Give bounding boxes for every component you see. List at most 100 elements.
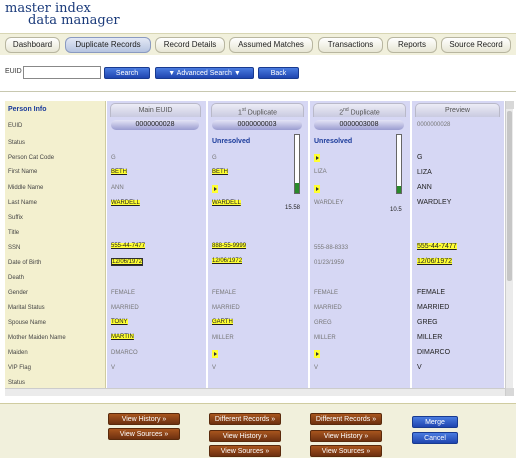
tab-transactions[interactable]: Transactions	[318, 37, 383, 53]
main-person-cat-code: G	[111, 155, 116, 161]
row-label-maiden: Maiden	[8, 350, 28, 356]
scroll-down-arrow[interactable]	[506, 388, 514, 396]
advanced-search-button[interactable]: ▼ Advanced Search ▼	[155, 67, 254, 79]
preview-spouse-name: GREG	[417, 319, 438, 326]
first-duplicate-gender: FEMALE	[212, 290, 237, 296]
second-duplicate-view-history-button[interactable]: View History »	[310, 430, 382, 442]
second-duplicate-header: 2nd Duplicate	[313, 103, 406, 117]
first-duplicate-date-of-birth[interactable]: 12/06/1972	[212, 258, 243, 264]
main-last-name[interactable]: WARDELL	[111, 200, 140, 206]
tab-dashboard[interactable]: Dashboard	[5, 37, 60, 53]
first-duplicate-score-gauge	[294, 134, 300, 194]
second-duplicate-score: 10.5	[390, 207, 402, 213]
preview-vip-flag: V	[417, 364, 422, 371]
second-duplicate-score-fill	[397, 186, 401, 193]
main-gender: FEMALE	[111, 290, 136, 296]
first-duplicate-marital-status: MARRIED	[212, 305, 240, 311]
back-button[interactable]: Back	[258, 67, 299, 79]
first-duplicate-column: 1st Duplicate 0000000003 Unresolved 15.5…	[208, 101, 308, 388]
row-label-status-2: Status	[8, 380, 26, 386]
euid-label: EUID	[5, 68, 22, 75]
row-label-status: Status	[8, 140, 26, 146]
main-marital-status: MARRIED	[111, 305, 139, 311]
second-duplicate-euid[interactable]: 0000003008	[314, 120, 404, 130]
main-tab-bar: Dashboard Duplicate Records Record Detai…	[0, 33, 516, 55]
second-duplicate-date-of-birth: 01/23/1959	[314, 260, 345, 266]
main-view-history-button[interactable]: View History »	[108, 413, 180, 425]
row-label-death: Death	[8, 275, 25, 281]
person-info-title: Person Info	[8, 106, 47, 113]
first-duplicate-last-name[interactable]: WARDELL	[212, 200, 241, 206]
second-duplicate-different-records-button[interactable]: Different Records »	[310, 413, 382, 425]
preview-person-cat-code: G	[417, 154, 423, 161]
row-label-marital-status: Marital Status	[8, 305, 45, 311]
second-duplicate-person-cat-code-marker[interactable]	[314, 154, 320, 162]
row-label-mother-maiden-name: Mother Maiden Name	[8, 335, 66, 341]
first-duplicate-first-name[interactable]: BETH	[212, 169, 229, 175]
first-duplicate-view-sources-button[interactable]: View Sources »	[209, 445, 281, 457]
cancel-button[interactable]: Cancel	[412, 432, 458, 444]
preview-marital-status: MARRIED	[417, 304, 450, 311]
second-duplicate-middle-name-marker[interactable]	[314, 185, 320, 193]
euid-search-input[interactable]	[23, 66, 101, 79]
second-duplicate-last-name: WARDLEY	[314, 200, 344, 206]
preview-date-of-birth: 12/06/1972	[417, 258, 453, 265]
row-label-person-cat-code: Person Cat Code	[8, 155, 55, 161]
row-label-date-of-birth: Date of Birth	[8, 260, 42, 266]
second-duplicate-maiden-marker[interactable]	[314, 350, 320, 358]
merge-button[interactable]: Merge	[412, 416, 458, 428]
first-duplicate-ssn[interactable]: 888-55-9999	[212, 243, 247, 249]
first-duplicate-status: Unresolved	[212, 138, 251, 145]
second-duplicate-spouse-name: GREG	[314, 320, 332, 326]
first-duplicate-header-text: Duplicate	[245, 109, 277, 117]
action-bar: View History » View Sources » Different …	[0, 403, 516, 458]
main-date-of-birth[interactable]: 12/06/1972	[111, 258, 144, 266]
vertical-scrollbar[interactable]	[505, 101, 514, 396]
first-duplicate-spouse-name[interactable]: GARTH	[212, 319, 233, 325]
preview-ssn: 555-44-7477	[417, 243, 457, 250]
second-duplicate-mother-maiden-name: MILLER	[314, 335, 336, 341]
first-duplicate-score: 15.58	[285, 205, 301, 211]
second-duplicate-ssn: 555-88-8333	[314, 245, 349, 251]
first-duplicate-different-records-button[interactable]: Different Records »	[209, 413, 281, 425]
first-duplicate-header: 1st Duplicate	[211, 103, 304, 117]
main-ssn[interactable]: 555-44-7477	[111, 243, 146, 249]
second-duplicate-status: Unresolved	[314, 138, 353, 145]
label-column: Person Info EUID Status Person Cat Code …	[5, 101, 106, 388]
preview-last-name: WARDLEY	[417, 199, 452, 206]
second-duplicate-header-text: Duplicate	[348, 109, 380, 117]
tab-duplicate-records[interactable]: Duplicate Records	[65, 37, 151, 53]
main-first-name[interactable]: BETH	[111, 169, 128, 175]
scroll-up-arrow[interactable]	[506, 101, 514, 109]
first-duplicate-middle-name-marker[interactable]	[212, 185, 218, 193]
first-duplicate-maiden-marker[interactable]	[212, 350, 218, 358]
tab-reports[interactable]: Reports	[387, 37, 437, 53]
preview-header: Preview	[415, 103, 500, 117]
second-duplicate-view-sources-button[interactable]: View Sources »	[310, 445, 382, 457]
tab-assumed-matches[interactable]: Assumed Matches	[229, 37, 313, 53]
first-duplicate-view-history-button[interactable]: View History »	[209, 430, 281, 442]
first-duplicate-euid[interactable]: 0000000003	[212, 120, 302, 130]
row-label-euid: EUID	[8, 123, 23, 129]
second-duplicate-score-gauge	[396, 134, 402, 194]
preview-mother-maiden-name: MILLER	[417, 334, 443, 341]
search-button[interactable]: Search	[104, 67, 150, 79]
preview-euid: 0000000028	[417, 122, 451, 128]
row-label-gender: Gender	[8, 290, 29, 296]
row-label-last-name: Last Name	[8, 200, 38, 206]
scroll-thumb[interactable]	[507, 111, 512, 281]
row-label-spouse-name: Spouse Name	[8, 320, 47, 326]
second-duplicate-gender: FEMALE	[314, 290, 339, 296]
first-duplicate-person-cat-code: G	[212, 155, 217, 161]
main-mother-maiden-name[interactable]: MARTIN	[111, 334, 134, 340]
main-euid-value[interactable]: 0000000028	[111, 120, 199, 130]
tab-record-details[interactable]: Record Details	[155, 37, 225, 53]
row-label-suffix: Suffix	[8, 215, 23, 221]
main-spouse-name[interactable]: TONY	[111, 319, 128, 325]
preview-column: Preview 0000000028 G LIZA ANN WARDLEY 55…	[412, 101, 504, 388]
first-duplicate-score-fill	[295, 182, 299, 193]
first-duplicate-vip-flag: V	[212, 365, 217, 371]
tab-source-record[interactable]: Source Record	[441, 37, 511, 53]
main-view-sources-button[interactable]: View Sources »	[108, 428, 180, 440]
horizontal-scrollbar[interactable]	[5, 388, 505, 396]
